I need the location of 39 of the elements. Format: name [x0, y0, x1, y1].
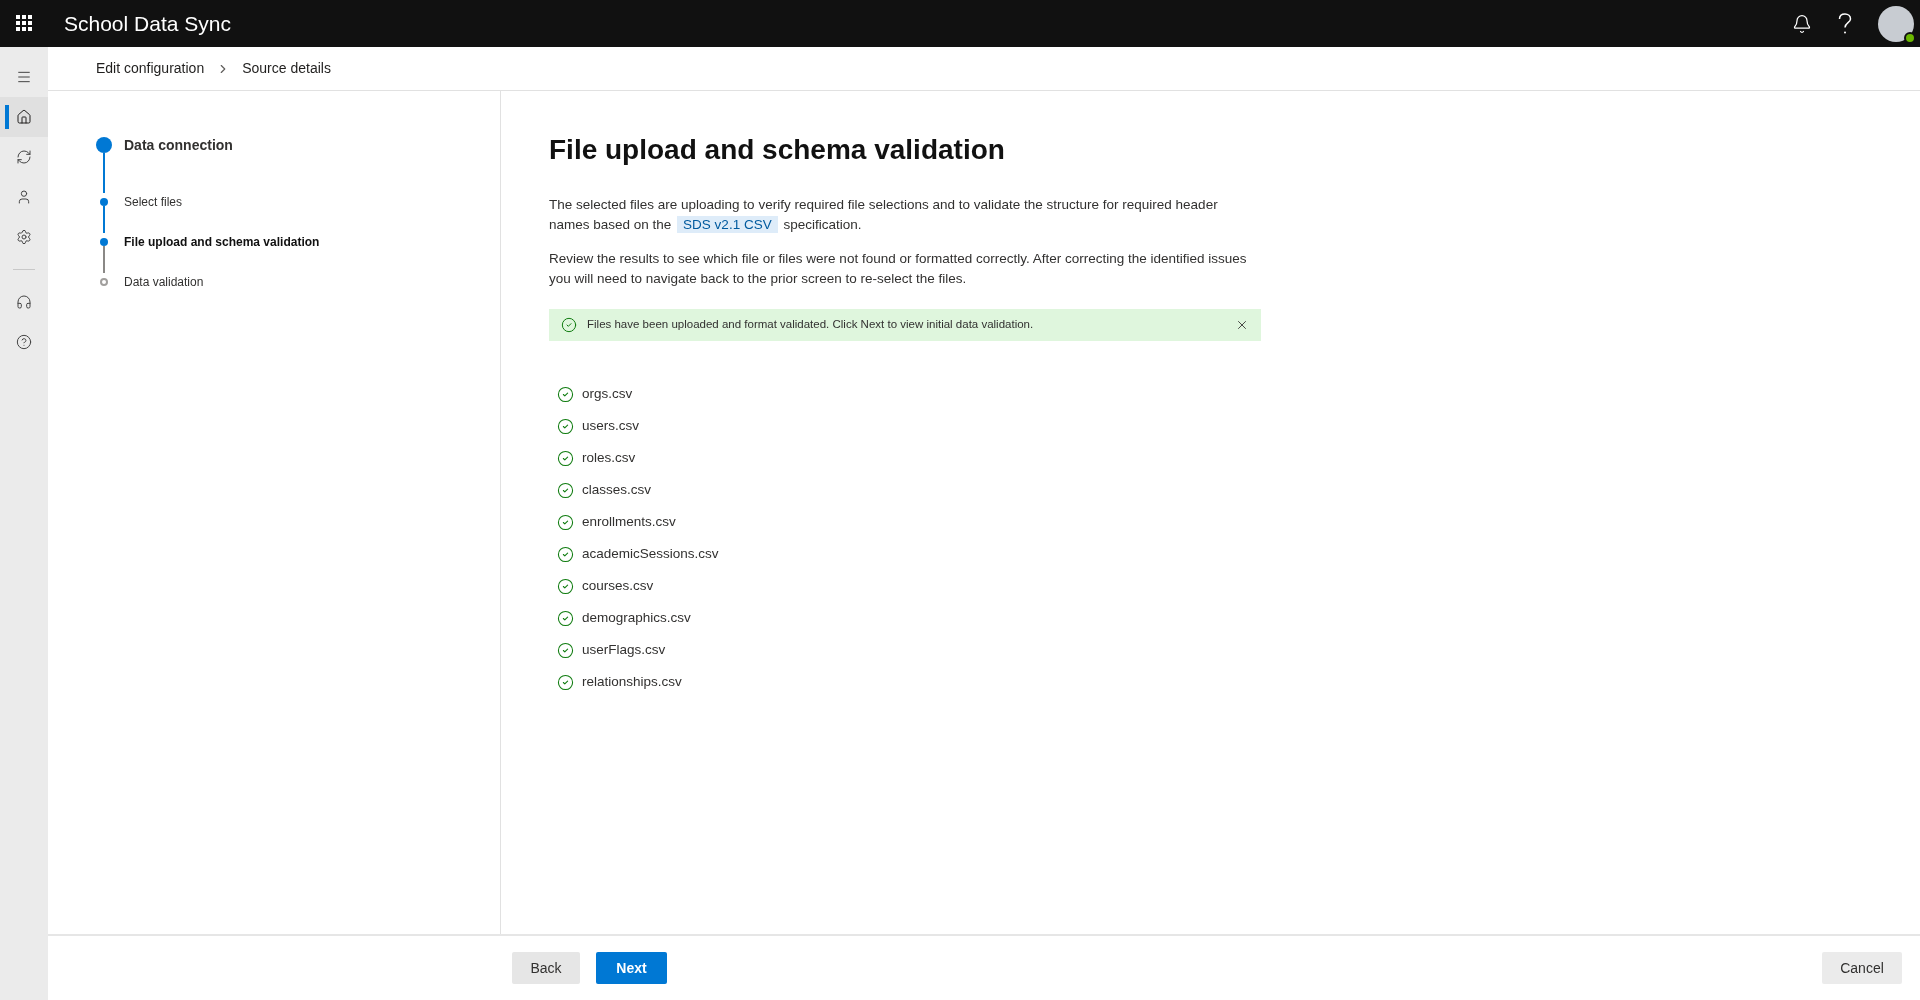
page-title: File upload and schema validation — [549, 133, 1006, 167]
notifications-icon[interactable] — [1792, 13, 1812, 34]
file-name: users.csv — [582, 417, 639, 436]
help-icon[interactable] — [1838, 12, 1852, 35]
intro-text: The selected files are uploading to verify required file selections and to validate the structure for required header names based on the SDS v2.1 CSV specification. — [549, 196, 1219, 235]
sync-icon — [16, 149, 32, 165]
close-icon[interactable] — [1235, 318, 1249, 332]
avatar[interactable] — [1878, 5, 1914, 42]
file-name: orgs.csv — [582, 385, 633, 404]
settings-icon — [16, 229, 32, 245]
check-circle-icon — [561, 317, 577, 333]
cancel-button[interactable]: Cancel — [1822, 952, 1902, 984]
step-label[interactable]: Data validation — [124, 273, 204, 313]
file-name: academicSessions.csv — [582, 545, 719, 564]
step-label[interactable]: Data connection — [124, 137, 233, 193]
headset-icon — [16, 294, 32, 310]
review-text: Review the results to see which file or files were not found or formatted correctly. After correcting the identified issues you will need to navigate back to the prior screen to re-select the files. — [549, 250, 1248, 288]
banner-message: Files have been uploaded and format validated. Click Next to view initial data validation. — [587, 317, 1034, 333]
menu-icon[interactable] — [16, 69, 32, 85]
selection-indicator — [5, 105, 9, 129]
app-title: School Data Sync — [64, 10, 231, 37]
person-icon — [16, 189, 32, 205]
spec-link[interactable]: SDS v2.1 CSV — [677, 216, 778, 233]
breadcrumb-link[interactable]: Edit configuration — [96, 58, 205, 79]
breadcrumb-link[interactable]: Source details — [242, 58, 331, 79]
home-icon — [16, 109, 32, 125]
help-icon — [16, 334, 32, 350]
step-label[interactable]: Select files — [124, 193, 183, 233]
file-name: courses.csv — [582, 577, 654, 596]
file-name: classes.csv — [582, 481, 652, 500]
file-name: enrollments.csv — [582, 513, 676, 532]
file-name: relationships.csv — [582, 673, 682, 692]
nav-item[interactable] — [0, 97, 48, 137]
file-name: userFlags.csv — [582, 641, 666, 660]
back-button[interactable]: Back — [512, 952, 580, 984]
step-label[interactable]: File upload and schema validation — [124, 233, 320, 273]
file-name: demographics.csv — [582, 609, 691, 628]
file-name: roles.csv — [582, 449, 636, 468]
next-button[interactable]: Next — [596, 952, 667, 984]
